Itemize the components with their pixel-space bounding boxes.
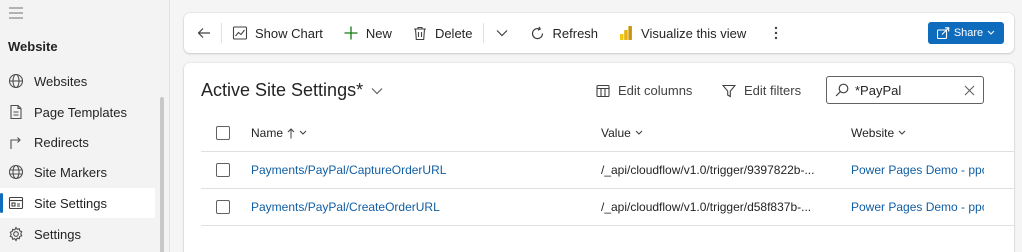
more-vertical-icon xyxy=(768,25,784,41)
back-button[interactable] xyxy=(184,13,221,53)
site-settings-icon xyxy=(8,195,24,211)
row-checkbox[interactable] xyxy=(216,163,230,177)
grid-card: Active Site Settings* Edit columns Edit … xyxy=(184,63,1014,252)
refresh-icon xyxy=(530,25,546,41)
sidebar-item-label: Redirects xyxy=(34,134,89,150)
column-header-label: Name xyxy=(251,126,284,140)
grid-header-row: Name Value Website xyxy=(201,115,1014,152)
share-label: Share xyxy=(953,27,984,39)
refresh-button[interactable]: Refresh xyxy=(520,13,609,53)
edit-columns-button[interactable]: Edit columns xyxy=(596,83,692,98)
sidebar: Website Websites Page Templates Redirect… xyxy=(0,0,170,252)
sidebar-item-site-markers[interactable]: Site Markers xyxy=(0,157,155,187)
refresh-label: Refresh xyxy=(552,25,599,41)
site-marker-icon xyxy=(8,164,24,180)
sidebar-item-redirects[interactable]: Redirects xyxy=(0,127,155,157)
visualize-view-button[interactable]: Visualize this view xyxy=(608,13,756,53)
row-checkbox[interactable] xyxy=(216,200,230,214)
chevron-down-icon xyxy=(299,130,307,136)
new-button[interactable]: New xyxy=(333,13,402,53)
table-row[interactable]: Payments/PayPal/CreateOrderURL /_api/clo… xyxy=(201,189,1014,226)
search-icon xyxy=(835,83,849,97)
sidebar-item-label: Settings xyxy=(34,226,81,242)
select-all-checkbox[interactable] xyxy=(216,126,230,140)
search-box xyxy=(826,76,984,104)
column-header-name[interactable]: Name xyxy=(251,126,591,140)
edit-filters-label: Edit filters xyxy=(744,83,802,98)
sidebar-item-websites[interactable]: Websites xyxy=(0,66,155,96)
chevron-down-icon xyxy=(987,30,995,36)
record-name-link[interactable]: Payments/PayPal/CreateOrderURL xyxy=(251,200,591,214)
data-grid: Name Value Website Payments/PayPal/Captu… xyxy=(201,115,1014,226)
sidebar-item-site-settings[interactable]: Site Settings xyxy=(0,188,155,218)
power-bi-icon xyxy=(618,25,634,41)
share-button[interactable]: Share xyxy=(928,22,1004,44)
more-commands-dropdown[interactable] xyxy=(484,13,520,53)
hamburger-menu-icon[interactable] xyxy=(9,7,23,21)
edit-columns-icon xyxy=(596,84,610,98)
delete-label: Delete xyxy=(434,25,473,41)
table-row[interactable]: Payments/PayPal/CaptureOrderURL /_api/cl… xyxy=(201,152,1014,189)
sidebar-item-label: Site Markers xyxy=(34,164,107,180)
share-icon xyxy=(936,27,950,39)
record-value: /_api/cloudflow/v1.0/trigger/d58f837b-..… xyxy=(601,200,812,214)
page-template-icon xyxy=(8,104,24,120)
sidebar-item-label: Websites xyxy=(34,73,88,89)
sort-ascending-icon xyxy=(287,127,295,139)
clear-search-icon[interactable] xyxy=(964,85,975,96)
sidebar-area-title: Website xyxy=(8,39,58,54)
column-header-value[interactable]: Value xyxy=(601,126,831,140)
view-selector[interactable]: Active Site Settings* xyxy=(201,80,383,101)
show-chart-button[interactable]: Show Chart xyxy=(222,13,333,53)
chevron-down-icon xyxy=(371,87,383,95)
view-title: Active Site Settings* xyxy=(201,80,364,100)
plus-icon xyxy=(343,25,359,41)
filter-icon xyxy=(722,84,736,98)
globe-icon xyxy=(8,73,24,89)
gear-icon xyxy=(8,226,24,242)
delete-button[interactable]: Delete xyxy=(402,13,483,53)
search-input[interactable] xyxy=(855,82,955,98)
website-link[interactable]: Power Pages Demo - ppo xyxy=(851,200,984,214)
record-value: /_api/cloudflow/v1.0/trigger/9397822b-..… xyxy=(601,163,815,177)
back-arrow-icon xyxy=(196,25,212,41)
column-header-website[interactable]: Website xyxy=(851,126,984,140)
sidebar-item-page-templates[interactable]: Page Templates xyxy=(0,97,155,127)
trash-icon xyxy=(412,25,428,41)
sidebar-item-settings[interactable]: Settings xyxy=(0,219,155,249)
chart-icon xyxy=(232,25,248,41)
chevron-down-icon xyxy=(494,25,510,41)
record-name-link[interactable]: Payments/PayPal/CaptureOrderURL xyxy=(251,163,591,177)
edit-columns-label: Edit columns xyxy=(618,83,693,98)
chevron-down-icon xyxy=(898,130,906,136)
sidebar-item-label: Site Settings xyxy=(34,195,107,211)
column-header-label: Website xyxy=(851,126,895,140)
chevron-down-icon xyxy=(635,130,643,136)
edit-filters-button[interactable]: Edit filters xyxy=(722,83,801,98)
website-link[interactable]: Power Pages Demo - ppo xyxy=(851,163,984,177)
column-header-label: Value xyxy=(601,126,631,140)
visualize-label: Visualize this view xyxy=(641,25,747,41)
sidebar-item-label: Page Templates xyxy=(34,104,127,120)
new-label: New xyxy=(365,25,392,41)
sidebar-scrollbar[interactable] xyxy=(160,97,164,252)
show-chart-label: Show Chart xyxy=(255,25,323,41)
redirect-icon xyxy=(8,134,24,150)
command-bar: Show Chart New Delete Refresh Visualize … xyxy=(184,13,1014,53)
more-options-button[interactable] xyxy=(756,13,796,53)
